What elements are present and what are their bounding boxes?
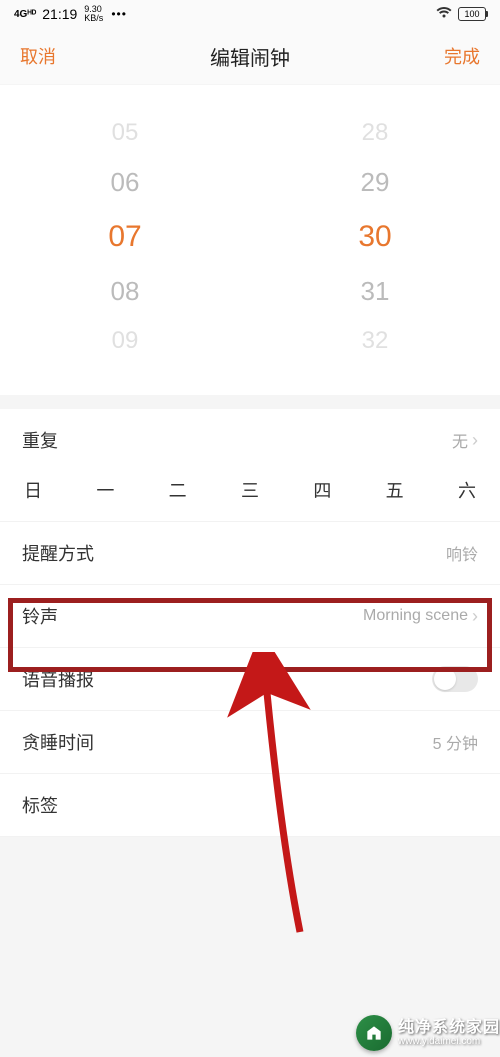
chevron-right-icon: › xyxy=(472,606,478,627)
voice-broadcast-row[interactable]: 语音播报 xyxy=(0,648,500,711)
weekday-thu[interactable]: 四 xyxy=(313,477,331,503)
chevron-right-icon: › xyxy=(472,430,478,451)
wifi-icon xyxy=(436,6,452,22)
page-title: 编辑闹钟 xyxy=(210,42,290,71)
weekday-tue[interactable]: 二 xyxy=(169,477,187,503)
data-speed: 9.30KB/s xyxy=(84,5,103,23)
battery-indicator: 100 xyxy=(458,7,486,21)
snooze-row[interactable]: 贪睡时间 5 分钟 xyxy=(0,711,500,774)
remind-method-row[interactable]: 提醒方式 响铃 xyxy=(0,522,500,585)
nav-bar: 取消 编辑闹钟 完成 xyxy=(0,28,500,84)
repeat-row[interactable]: 重复 无› xyxy=(0,409,500,463)
weekday-fri[interactable]: 五 xyxy=(386,477,404,503)
weekday-sat[interactable]: 六 xyxy=(458,477,476,503)
cancel-button[interactable]: 取消 xyxy=(20,43,56,69)
voice-toggle[interactable] xyxy=(432,666,478,692)
selected-minute: 30 xyxy=(250,208,500,266)
weekday-wed[interactable]: 三 xyxy=(241,477,259,503)
watermark-logo-icon xyxy=(356,1015,392,1051)
weekday-mon[interactable]: 一 xyxy=(96,477,114,503)
minute-picker[interactable]: 28 29 30 31 32 xyxy=(250,109,500,365)
tag-row[interactable]: 标签 xyxy=(0,774,500,837)
status-bar: 4Gᴴᴰ 21:19 9.30KB/s ••• 100 xyxy=(0,0,500,28)
hour-picker[interactable]: 05 06 07 08 09 xyxy=(0,109,250,365)
weekday-selector[interactable]: 日 一 二 三 四 五 六 xyxy=(0,463,500,522)
done-button[interactable]: 完成 xyxy=(444,43,480,69)
settings-list: 重复 无› 日 一 二 三 四 五 六 提醒方式 响铃 铃声 Morning s… xyxy=(0,409,500,837)
watermark: 纯净系统家园 www.yidaimei.com xyxy=(346,1009,500,1057)
weekday-sun[interactable]: 日 xyxy=(24,477,42,503)
more-indicator: ••• xyxy=(111,7,127,21)
selected-hour: 07 xyxy=(0,208,250,266)
network-indicator: 4Gᴴᴰ xyxy=(14,9,36,20)
ringtone-row[interactable]: 铃声 Morning scene› xyxy=(0,585,500,648)
time-picker[interactable]: 05 06 07 08 09 28 29 30 31 32 xyxy=(0,85,500,395)
status-time: 21:19 xyxy=(42,6,77,22)
